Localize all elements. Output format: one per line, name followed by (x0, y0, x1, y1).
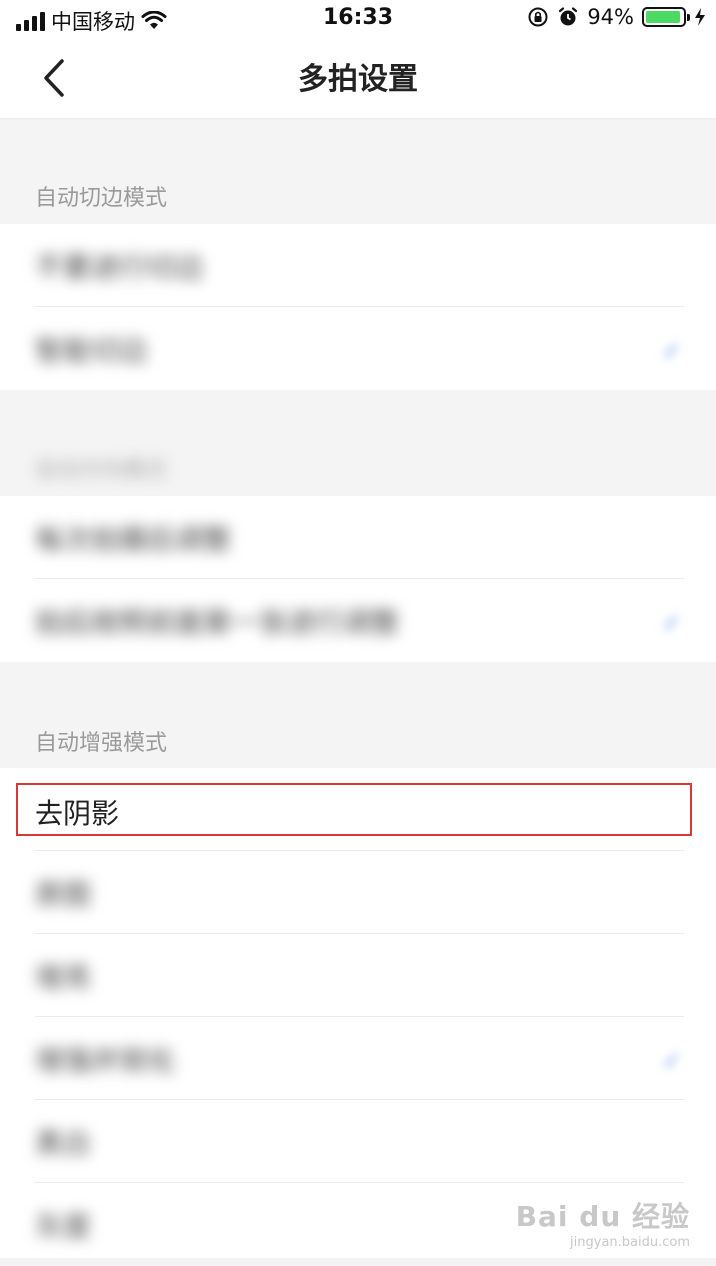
alarm-icon (559, 7, 578, 26)
orientation-lock-icon (528, 7, 548, 27)
section-header-second: 自动方向模式 (35, 458, 168, 483)
watermark-url: jingyan.baidu.com (570, 1235, 690, 1250)
section-header-auto-crop: 自动切边模式 (35, 186, 168, 211)
option-label: 每次拍摄后调整 (35, 523, 232, 556)
auto-crop-card: 不要进行切边 智能切边 ✓ (0, 224, 716, 390)
option-label: 原图 (35, 878, 92, 911)
option-label: 黑白 (35, 1127, 92, 1160)
option-row[interactable]: 黑白 (0, 1100, 716, 1183)
option-label: 智能切边 (35, 334, 148, 367)
option-row[interactable]: 增强并锐化 ✓ (0, 1017, 716, 1100)
battery-level-fill (646, 11, 680, 23)
option-label: 增强并锐化 (35, 1044, 176, 1077)
highlight-annotation-box (16, 783, 692, 836)
auto-enhance-card: 去阴影 原图 增亮 增强并锐化 ✓ 黑白 灰度 (0, 768, 716, 1258)
nav-bar: 多拍设置 (0, 38, 716, 119)
checkmark-icon: ✓ (661, 337, 682, 365)
option-row[interactable]: 原图 (0, 851, 716, 934)
page-title: 多拍设置 (298, 62, 418, 97)
baidu-jingyan-watermark: Bai du 经验 jingyan.baidu.com (516, 1195, 690, 1250)
battery-icon (642, 7, 690, 27)
section-header-auto-enhance: 自动增强模式 (35, 731, 168, 756)
option-row[interactable]: 智能切边 ✓ (0, 307, 716, 390)
checkmark-icon: ✓ (661, 1047, 682, 1075)
option-row[interactable]: 每次拍摄后调整 (0, 496, 716, 579)
watermark-text: Bai du 经验 (515, 1200, 690, 1233)
option-row[interactable]: 增亮 (0, 934, 716, 1017)
battery-percent: 94% (587, 5, 634, 29)
option-label: 拍后按照前面第一张进行调整 (35, 606, 400, 639)
charging-bolt-icon (695, 8, 705, 26)
option-label: 增亮 (35, 961, 92, 994)
checkmark-icon: ✓ (661, 609, 682, 637)
option-row[interactable]: 拍后按照前面第一张进行调整 ✓ (0, 579, 716, 662)
status-bar: 中国移动 16:33 94% (0, 0, 716, 38)
second-card: 每次拍摄后调整 拍后按照前面第一张进行调整 ✓ (0, 496, 716, 662)
status-right: 94% (527, 5, 706, 29)
option-row[interactable]: 不要进行切边 (0, 224, 716, 307)
option-label: 灰度 (35, 1210, 92, 1243)
option-label: 不要进行切边 (35, 251, 204, 284)
